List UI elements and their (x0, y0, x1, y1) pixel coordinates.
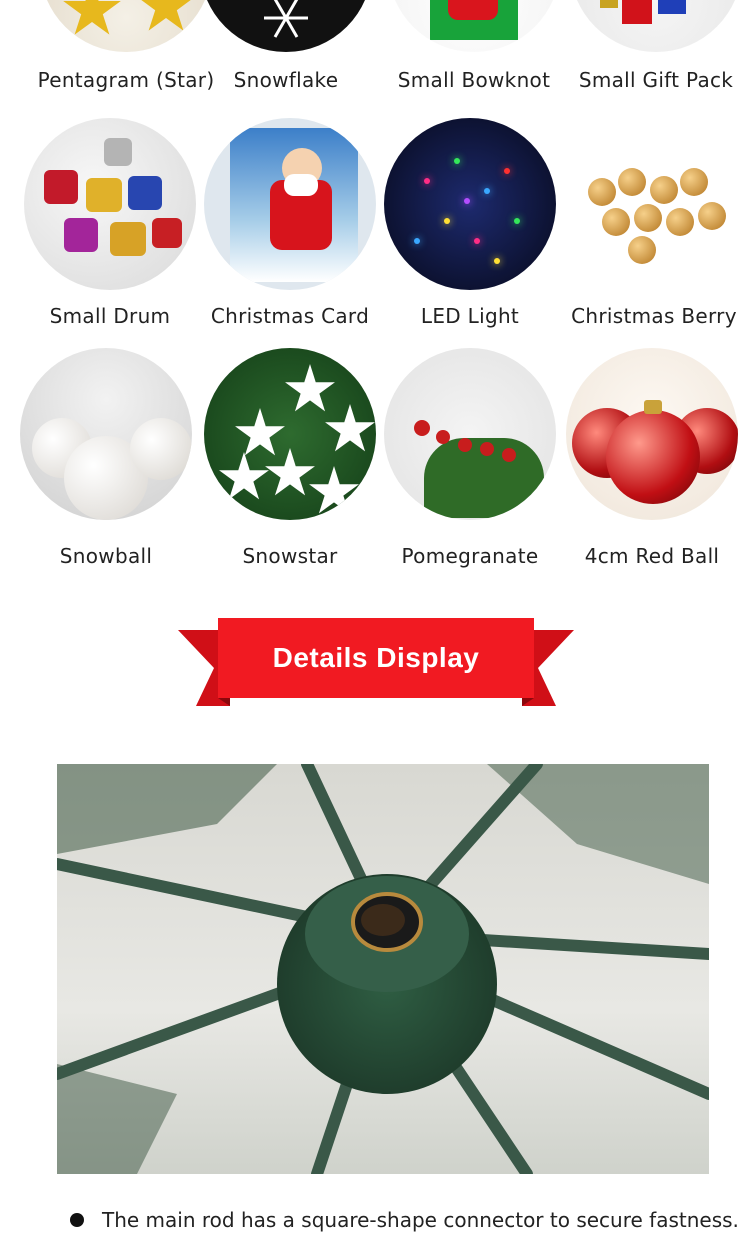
product-label: 4cm Red Ball (584, 544, 720, 568)
christmas-berry-image (568, 118, 740, 290)
christmas-card-image (204, 118, 376, 290)
product-label: Christmas Berry (571, 304, 737, 328)
product-led-light[interactable]: LED Light (380, 118, 560, 328)
led-light-image (384, 118, 556, 290)
product-label: Small Gift Pack (578, 68, 734, 92)
product-small-bowknot[interactable]: Small Bowknot (384, 0, 564, 92)
product-label: Snowflake (233, 68, 339, 92)
product-christmas-berry[interactable]: Christmas Berry (564, 118, 744, 328)
small-gift-pack-image (570, 0, 742, 52)
snowball-image (20, 348, 192, 520)
pentagram-star-image (40, 0, 212, 52)
product-snowstar[interactable]: Snowstar (200, 348, 380, 568)
product-pomegranate[interactable]: Pomegranate (380, 348, 560, 568)
product-small-drum[interactable]: Small Drum (20, 118, 200, 328)
product-snowball[interactable]: Snowball (16, 348, 196, 568)
bullet-icon (70, 1213, 84, 1227)
pomegranate-image (384, 348, 556, 520)
product-4cm-red-ball[interactable]: 4cm Red Ball (562, 348, 742, 568)
product-snowflake[interactable]: Snowflake (196, 0, 376, 92)
details-display-banner: Details Display (178, 618, 574, 708)
snowflake-image (200, 0, 372, 52)
product-small-gift-pack[interactable]: Small Gift Pack (566, 0, 746, 92)
small-drum-image (24, 118, 196, 290)
product-pentagram-star[interactable]: Pentagram (Star) (36, 0, 216, 92)
product-christmas-card[interactable]: Christmas Card (200, 118, 380, 328)
detail-photo (57, 764, 709, 1174)
banner-title: Details Display (272, 642, 480, 673)
caption-text: The main rod has a square-shape connecto… (102, 1208, 739, 1232)
red-ball-image (566, 348, 738, 520)
detail-caption: The main rod has a square-shape connecto… (70, 1208, 739, 1232)
snowstar-image (204, 348, 376, 520)
small-bowknot-image (388, 0, 560, 52)
